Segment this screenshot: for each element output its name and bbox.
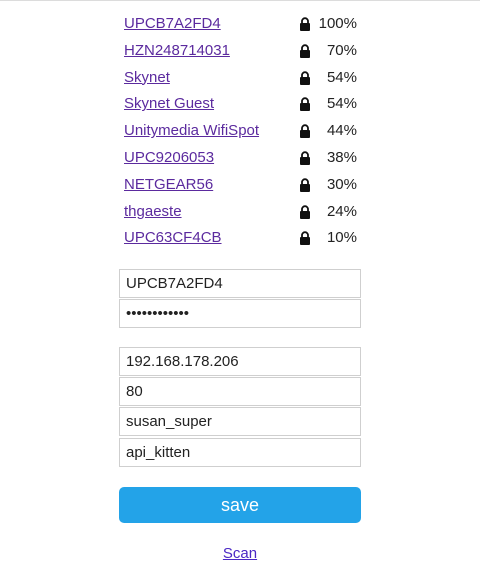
network-signal: 10% bbox=[326, 229, 357, 247]
network-row[interactable]: UPC9206053 38% bbox=[124, 146, 360, 173]
network-row[interactable]: Unitymedia WifiSpot 44% bbox=[124, 119, 360, 146]
network-row[interactable]: HZN248714031 70% bbox=[124, 39, 360, 66]
network-row[interactable]: thgaeste 24% bbox=[124, 200, 360, 227]
lock-icon bbox=[300, 204, 310, 219]
network-row[interactable]: UPC63CF4CB 10% bbox=[124, 226, 360, 253]
top-divider bbox=[0, 0, 480, 1]
network-signal: 54% bbox=[326, 95, 357, 113]
api-key-input[interactable] bbox=[119, 438, 361, 467]
ssid-input[interactable] bbox=[119, 269, 361, 298]
network-signal: 38% bbox=[326, 148, 357, 166]
network-ssid-link[interactable]: UPC9206053 bbox=[124, 149, 214, 166]
save-button[interactable]: save bbox=[119, 487, 361, 523]
network-row[interactable]: Skynet 54% bbox=[124, 66, 360, 93]
network-signal: 24% bbox=[326, 202, 357, 220]
network-signal: 70% bbox=[326, 41, 357, 59]
network-ssid-link[interactable]: Skynet bbox=[124, 69, 170, 86]
network-ssid-link[interactable]: UPCB7A2FD4 bbox=[124, 15, 221, 32]
scan-link[interactable]: Scan bbox=[223, 545, 257, 562]
lock-icon bbox=[300, 97, 310, 112]
network-list: UPCB7A2FD4 100% HZN248714031 70% Skynet … bbox=[124, 12, 360, 253]
network-ssid-link[interactable]: NETGEAR56 bbox=[124, 176, 213, 193]
host-input[interactable] bbox=[119, 347, 361, 376]
network-ssid-link[interactable]: HZN248714031 bbox=[124, 42, 230, 59]
network-ssid-link[interactable]: Unitymedia WifiSpot bbox=[124, 122, 259, 139]
network-row[interactable]: UPCB7A2FD4 100% bbox=[124, 12, 360, 39]
network-signal: 30% bbox=[326, 175, 357, 193]
lock-icon bbox=[300, 44, 310, 58]
port-input[interactable] bbox=[119, 377, 361, 406]
lock-icon bbox=[300, 70, 310, 85]
username-input[interactable] bbox=[119, 407, 361, 436]
network-ssid-link[interactable]: thgaeste bbox=[124, 203, 182, 220]
lock-icon bbox=[300, 151, 310, 165]
network-row[interactable]: Skynet Guest 54% bbox=[124, 92, 360, 119]
password-input[interactable] bbox=[119, 299, 361, 328]
network-signal: 100% bbox=[318, 15, 357, 32]
lock-icon bbox=[300, 17, 310, 31]
network-ssid-link[interactable]: UPC63CF4CB bbox=[124, 229, 222, 246]
lock-icon bbox=[300, 124, 310, 139]
network-signal: 54% bbox=[326, 68, 357, 86]
network-row[interactable]: NETGEAR56 30% bbox=[124, 173, 360, 200]
network-signal: 44% bbox=[326, 122, 357, 140]
scan-link-container: Scan bbox=[0, 545, 480, 562]
lock-icon bbox=[300, 178, 310, 192]
lock-icon bbox=[300, 231, 310, 246]
network-ssid-link[interactable]: Skynet Guest bbox=[124, 95, 214, 112]
